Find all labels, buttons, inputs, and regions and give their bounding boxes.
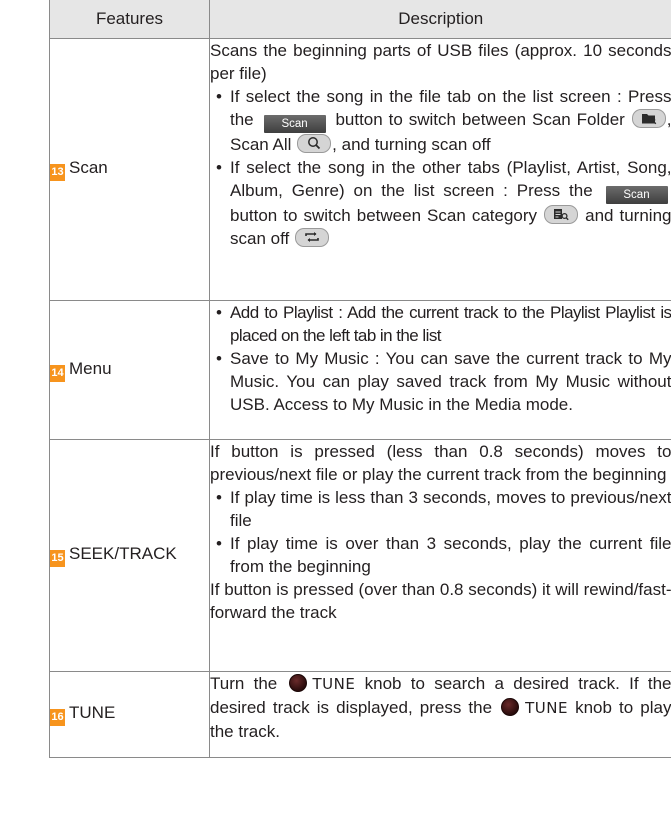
tune-description: Turn the TUNE knob to search a desired t…	[210, 672, 671, 743]
bullet-item: • If select the song in the other tabs (…	[210, 156, 671, 250]
bullet-text: button to switch between Scan category	[230, 206, 538, 225]
number-badge: 13	[50, 164, 65, 181]
bullet-text: If play time is over than 3 seconds, pla…	[230, 534, 671, 576]
feature-label: SEEK/TRACK	[69, 544, 177, 563]
description-intro: Scans the beginning parts of USB files (…	[210, 41, 671, 83]
table-row: 16 TUNE Turn the TUNE knob to search a de…	[49, 671, 671, 758]
feature-cell: 15 SEEK/TRACK	[49, 439, 210, 672]
number-badge: 16	[50, 709, 65, 726]
bullet-dot: •	[216, 87, 222, 106]
feature-cell: 16 TUNE	[49, 671, 210, 758]
scan-button-image: Scan	[605, 186, 668, 204]
bullet-text: button to switch between Scan Folder	[335, 110, 625, 129]
bullet-text: Save to My Music : You can save the curr…	[230, 349, 671, 414]
description-outro: If button is pressed (over than 0.8 seco…	[210, 580, 671, 622]
scan-category-icon	[544, 205, 579, 224]
tune-knob-label: TUNE	[312, 675, 356, 693]
feature-label: Scan	[69, 158, 108, 177]
scan-folder-icon	[631, 109, 666, 128]
bullet-dot: •	[216, 534, 222, 553]
header-features: Features	[49, 0, 210, 39]
feature-label: Menu	[69, 358, 112, 378]
feature-cell: 13 Scan	[49, 38, 210, 301]
feature-cell: 14 Menu	[49, 300, 210, 440]
bullet-item: • Save to My Music : You can save the cu…	[210, 347, 671, 416]
features-table: Features Description 13 Scan Scans the be…	[49, 0, 671, 758]
table-row: 14 Menu • Add to Playlist : Add the curre…	[49, 300, 671, 440]
tune-knob-icon	[501, 698, 520, 716]
bullet-item: • If select the song in the file tab on …	[210, 85, 671, 156]
feature-label: TUNE	[69, 703, 116, 722]
description-cell: • Add to Playlist : Add the current trac…	[209, 300, 671, 440]
description-cell: If button is pressed (less than 0.8 seco…	[209, 439, 671, 672]
scan-all-icon	[297, 134, 332, 153]
number-badge: 14	[50, 364, 65, 382]
bullet-item: • If play time is over than 3 seconds, p…	[210, 532, 671, 578]
bullet-dot: •	[216, 303, 222, 322]
tune-text: Turn the	[210, 674, 278, 693]
table-header-row: Features Description	[49, 0, 671, 39]
table-row: 15 SEEK/TRACK If button is pressed (less …	[49, 439, 671, 672]
bullet-text: , and turning scan off	[332, 135, 491, 154]
bullet-item: • Add to Playlist : Add the current trac…	[210, 301, 671, 347]
scan-off-icon	[294, 228, 329, 247]
bullet-text: If select the song in the other tabs (Pl…	[230, 158, 671, 200]
tune-knob-icon	[288, 674, 307, 692]
bullet-dot: •	[216, 349, 222, 368]
header-description: Description	[209, 0, 671, 39]
tune-knob-label: TUNE	[525, 699, 568, 717]
bullet-text: Add to Playlist : Add the current track …	[230, 303, 671, 345]
scan-button-image: Scan	[263, 115, 326, 133]
bullet-text: If play time is less than 3 seconds, mov…	[230, 488, 671, 530]
number-badge: 15	[50, 550, 65, 567]
description-cell: Scans the beginning parts of USB files (…	[209, 38, 671, 301]
description-intro: If button is pressed (less than 0.8 seco…	[210, 442, 671, 484]
bullet-dot: •	[216, 488, 222, 507]
description-cell: Turn the TUNE knob to search a desired t…	[209, 671, 671, 758]
table-row: 13 Scan Scans the beginning parts of USB …	[49, 38, 671, 301]
bullet-dot: •	[216, 158, 222, 177]
bullet-item: • If play time is less than 3 seconds, m…	[210, 486, 671, 532]
